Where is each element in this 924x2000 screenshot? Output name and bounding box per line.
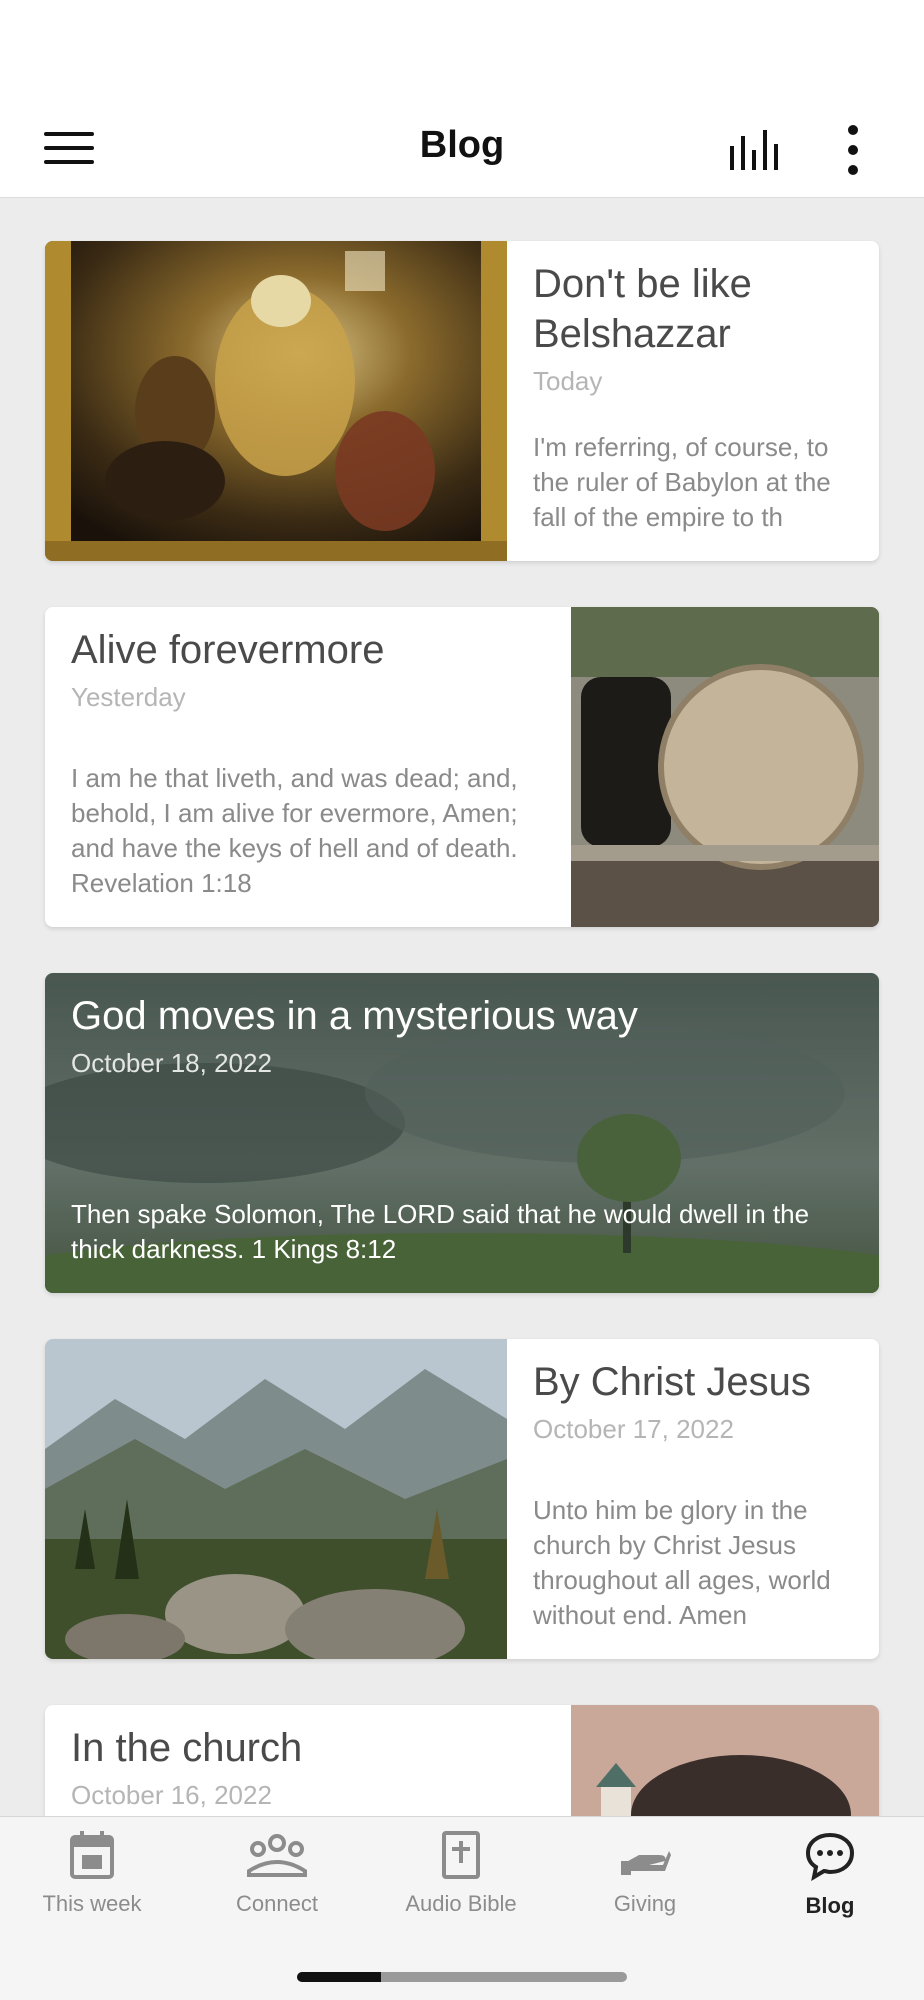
blog-feed[interactable]: Don't be like Belshazzar Today I'm refer… bbox=[0, 199, 924, 1816]
post-title: Alive forevermore bbox=[71, 628, 385, 672]
post-title: God moves in a mysterious way bbox=[71, 994, 638, 1038]
blog-post-card[interactable]: By Christ Jesus October 17, 2022 Unto hi… bbox=[45, 1339, 879, 1659]
nav-label: Blog bbox=[805, 1893, 855, 1918]
post-text: Alive forevermore Yesterday I am he that… bbox=[45, 607, 571, 927]
page-title: Blog bbox=[419, 124, 505, 166]
blog-post-card[interactable]: Alive forevermore Yesterday I am he that… bbox=[45, 607, 879, 927]
post-title: Don't be like Belshazzar bbox=[533, 262, 752, 356]
nav-label: Audio Bible bbox=[405, 1891, 517, 1916]
home-indicator-progress bbox=[297, 1972, 381, 1982]
post-date: October 17, 2022 bbox=[533, 1414, 734, 1444]
post-excerpt: Unto him be glory in the church by Chris… bbox=[533, 1495, 831, 1630]
chat-bubble-icon bbox=[805, 1832, 855, 1881]
post-text: God moves in a mysterious way October 18… bbox=[45, 973, 879, 1293]
post-title: By Christ Jesus bbox=[533, 1360, 811, 1404]
nav-audio-bible[interactable]: Audio Bible bbox=[369, 1831, 553, 1951]
blog-post-card[interactable]: Don't be like Belshazzar Today I'm refer… bbox=[45, 241, 879, 561]
nav-blog[interactable]: Blog bbox=[738, 1831, 922, 1951]
post-excerpt: Then spake Solomon, The LORD said that h… bbox=[71, 1199, 810, 1264]
more-vertical-icon[interactable] bbox=[838, 124, 868, 176]
post-excerpt: I am he that liveth, and was dead; and, … bbox=[71, 763, 518, 898]
nav-connect[interactable]: Connect bbox=[185, 1831, 369, 1951]
bible-book-icon bbox=[442, 1831, 480, 1879]
post-text: Don't be like Belshazzar Today I'm refer… bbox=[507, 241, 879, 561]
blog-post-card[interactable]: God moves in a mysterious way October 18… bbox=[45, 973, 879, 1293]
blog-screen: Blog Don't be like Belshazzar Today I'm … bbox=[0, 0, 924, 2000]
nav-label: Giving bbox=[613, 1891, 677, 1916]
post-title: In the church bbox=[71, 1726, 303, 1770]
nav-label: Connect bbox=[236, 1891, 318, 1916]
post-text: By Christ Jesus October 17, 2022 Unto hi… bbox=[507, 1339, 879, 1659]
nav-this-week[interactable]: This week bbox=[0, 1831, 184, 1951]
status-bar bbox=[0, 0, 924, 100]
post-date: October 16, 2022 bbox=[71, 1780, 272, 1810]
app-header: Blog bbox=[0, 100, 924, 198]
audio-bars-icon[interactable] bbox=[728, 130, 782, 170]
post-image-mountains bbox=[45, 1339, 507, 1659]
post-date: October 18, 2022 bbox=[71, 1048, 272, 1078]
post-image-tree-chapel bbox=[571, 1705, 879, 1816]
nav-label: This week bbox=[42, 1891, 142, 1916]
home-indicator[interactable] bbox=[297, 1972, 627, 1982]
post-image-tomb bbox=[571, 607, 879, 927]
giving-hand-icon bbox=[621, 1851, 671, 1875]
calendar-icon bbox=[70, 1831, 114, 1879]
post-date: Yesterday bbox=[71, 682, 186, 712]
post-excerpt: I'm referring, of course, to the ruler o… bbox=[533, 432, 831, 532]
nav-giving[interactable]: Giving bbox=[553, 1831, 737, 1951]
blog-post-card[interactable]: In the church October 16, 2022 bbox=[45, 1705, 879, 1816]
people-group-icon bbox=[247, 1834, 307, 1877]
post-text: In the church October 16, 2022 bbox=[45, 1705, 571, 1816]
post-image-painting bbox=[45, 241, 507, 561]
post-date: Today bbox=[533, 366, 603, 396]
